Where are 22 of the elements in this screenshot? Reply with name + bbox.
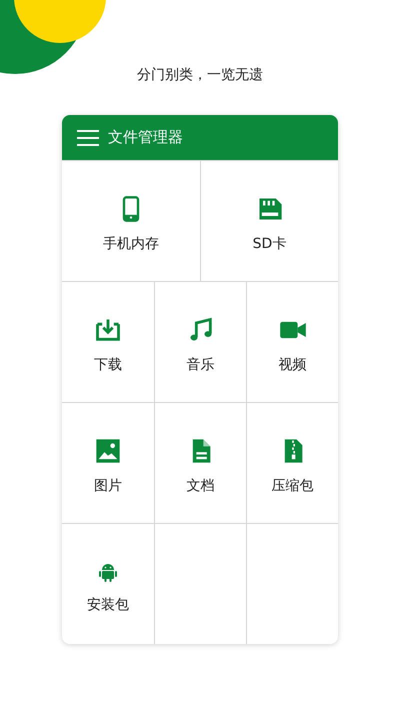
app-title: 文件管理器	[108, 128, 183, 147]
category-label: 压缩包	[272, 477, 314, 495]
category-tile[interactable]: SD卡	[200, 161, 338, 281]
category-tile[interactable]: 手机内存	[62, 161, 200, 281]
category-label: 图片	[94, 477, 122, 495]
category-tile[interactable]: 音乐	[154, 282, 246, 402]
category-label: 音乐	[186, 356, 214, 374]
image-icon	[94, 437, 122, 465]
category-label: 下载	[94, 356, 122, 374]
category-tile[interactable]: 文档	[154, 403, 246, 523]
caption: 分门别类，一览无遗	[137, 66, 263, 85]
category-label: 手机内存	[103, 235, 159, 253]
category-tile[interactable]: 压缩包	[246, 403, 338, 523]
category-tile[interactable]: 安装包	[62, 524, 154, 644]
category-label: SD卡	[252, 235, 286, 253]
menu-icon[interactable]	[77, 128, 99, 146]
category-tile[interactable]: 视频	[246, 282, 338, 402]
category-tile[interactable]: 图片	[62, 403, 154, 523]
category-tile[interactable]: 下载	[62, 282, 154, 402]
category-label: 安装包	[87, 596, 129, 614]
category-label: 视频	[278, 356, 306, 374]
category-label: 文档	[186, 477, 214, 495]
